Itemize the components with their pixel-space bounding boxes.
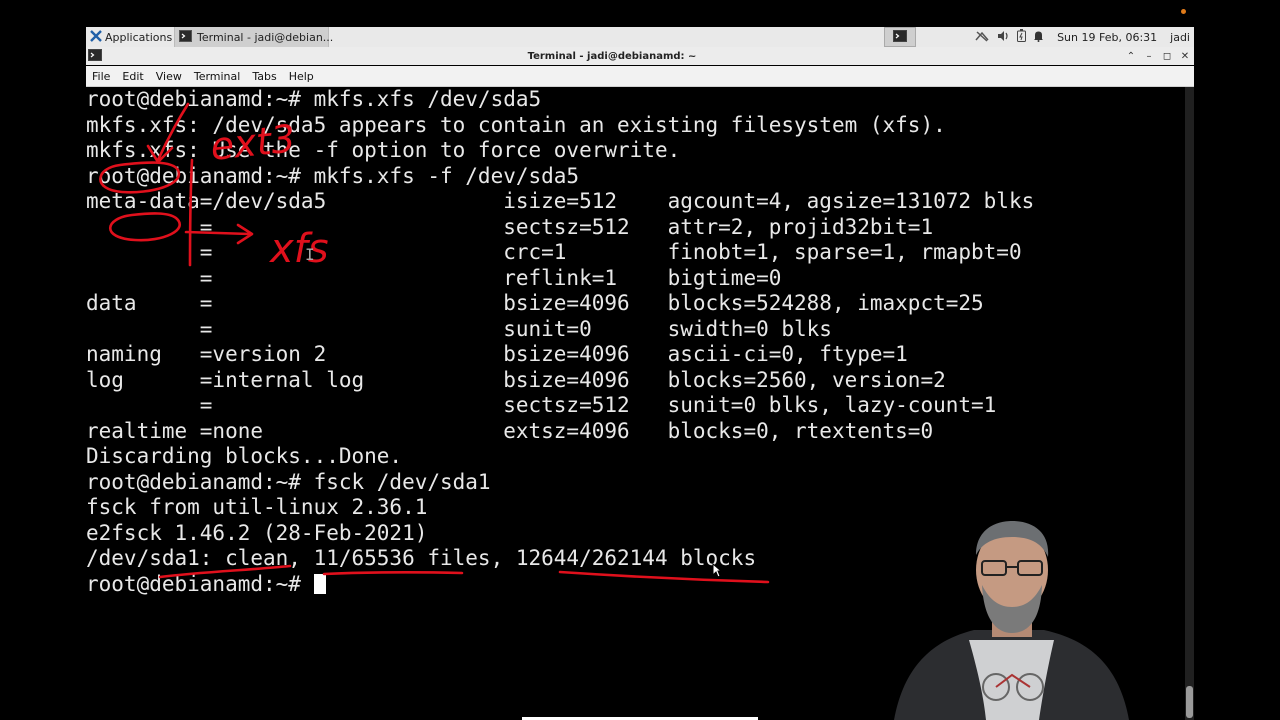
terminal-line: realtime =none extsz=4096 blocks=0, rtex… xyxy=(86,418,934,443)
window-terminal-icon xyxy=(88,48,102,64)
presenter-webcam xyxy=(894,521,1129,720)
taskbar-terminal-label: Terminal - jadi@debian... xyxy=(197,30,334,44)
terminal-line: e2fsck 1.46.2 (28-Feb-2021) xyxy=(86,520,428,545)
terminal-cursor xyxy=(313,573,326,594)
scrollbar-thumb[interactable] xyxy=(1186,686,1193,718)
volume-icon[interactable] xyxy=(997,30,1010,45)
terminal-scrollbar[interactable] xyxy=(1185,87,1194,720)
minimize-button[interactable]: – xyxy=(1140,51,1158,62)
window-title: Terminal - jadi@debianamd: ~ xyxy=(527,50,697,62)
window-titlebar[interactable]: Terminal - jadi@debianamd: ~ ⌃ – ◻ ✕ xyxy=(86,47,1194,65)
terminal-line: meta-data=/dev/sda5 isize=512 agcount=4,… xyxy=(86,189,1035,213)
menu-tabs[interactable]: Tabs xyxy=(246,70,282,83)
menu-view[interactable]: View xyxy=(150,70,188,83)
top-panel: Applications ⋮ Terminal - jadi@debian...… xyxy=(86,27,1194,48)
applications-menu-button[interactable]: Applications ⋮ xyxy=(86,27,187,47)
roll-up-button[interactable]: ⌃ xyxy=(1122,51,1140,62)
terminal-line: = sectsz=512 attr=2, projid32bit=1 xyxy=(86,214,934,239)
terminal-line: root@debianamd:~# fsck /dev/sda1 xyxy=(86,469,491,494)
terminal-line: Discarding blocks...Done. xyxy=(86,444,403,468)
close-button[interactable]: ✕ xyxy=(1176,51,1194,62)
terminal-line: data = bsize=4096 blocks=524288, imaxpct… xyxy=(86,291,984,315)
terminal-line: = crc=1 finobt=1, sparse=1, rmapbt=0 xyxy=(86,240,1022,264)
menu-bar: File Edit View Terminal Tabs Help xyxy=(86,66,1194,87)
terminal-line: naming =version 2 bsize=4096 ascii-ci=0,… xyxy=(86,342,908,366)
terminal-line: fsck from util-linux 2.36.1 xyxy=(86,495,428,519)
xfce-logo-icon xyxy=(90,29,102,45)
menu-terminal[interactable]: Terminal xyxy=(188,70,247,83)
terminal-line: mkfs.xfs: /dev/sda5 appears to contain a… xyxy=(86,112,946,137)
system-tray: Sun 19 Feb, 06:31 jadi xyxy=(974,29,1194,45)
terminal-line: root@debianamd:~# mkfs.xfs -f /dev/sda5 xyxy=(86,163,580,188)
battery-icon[interactable] xyxy=(1017,29,1027,45)
terminal-line: = sunit=0 swidth=0 blks xyxy=(86,316,832,341)
terminal-line: = sectsz=512 sunit=0 blks, lazy-count=1 xyxy=(86,393,997,417)
mouse-pointer-icon xyxy=(712,562,723,582)
terminal-line: log =internal log bsize=4096 blocks=2560… xyxy=(86,367,946,392)
network-icon[interactable] xyxy=(974,30,990,45)
workspace-terminal-icon xyxy=(893,29,908,45)
taskbar-terminal-button[interactable]: Terminal - jadi@debian... xyxy=(174,27,333,47)
terminal-line: root@debianamd:~# mkfs.xfs /dev/sda5 xyxy=(86,87,542,111)
clock[interactable]: Sun 19 Feb, 06:31 xyxy=(1057,31,1157,44)
menu-edit[interactable]: Edit xyxy=(116,70,149,83)
user-menu[interactable]: jadi xyxy=(1170,31,1190,44)
recording-indicator xyxy=(1181,9,1186,14)
terminal-line: /dev/sda1: clean, 11/65536 files, 12644/… xyxy=(86,546,757,570)
workspace-switcher-button[interactable] xyxy=(884,27,917,47)
terminal-prompt: root@debianamd:~# xyxy=(86,571,314,596)
text-cursor-icon: I xyxy=(305,245,315,264)
menu-help[interactable]: Help xyxy=(283,70,320,83)
maximize-button[interactable]: ◻ xyxy=(1158,51,1176,62)
terminal-line: mkfs.xfs: Use the -f option to force ove… xyxy=(86,138,681,162)
applications-label: Applications xyxy=(105,30,173,44)
menu-file[interactable]: File xyxy=(86,70,116,83)
terminal-line: = reflink=1 bigtime=0 xyxy=(86,265,782,290)
notification-bell-icon[interactable] xyxy=(1033,30,1044,45)
terminal-icon xyxy=(179,29,192,45)
